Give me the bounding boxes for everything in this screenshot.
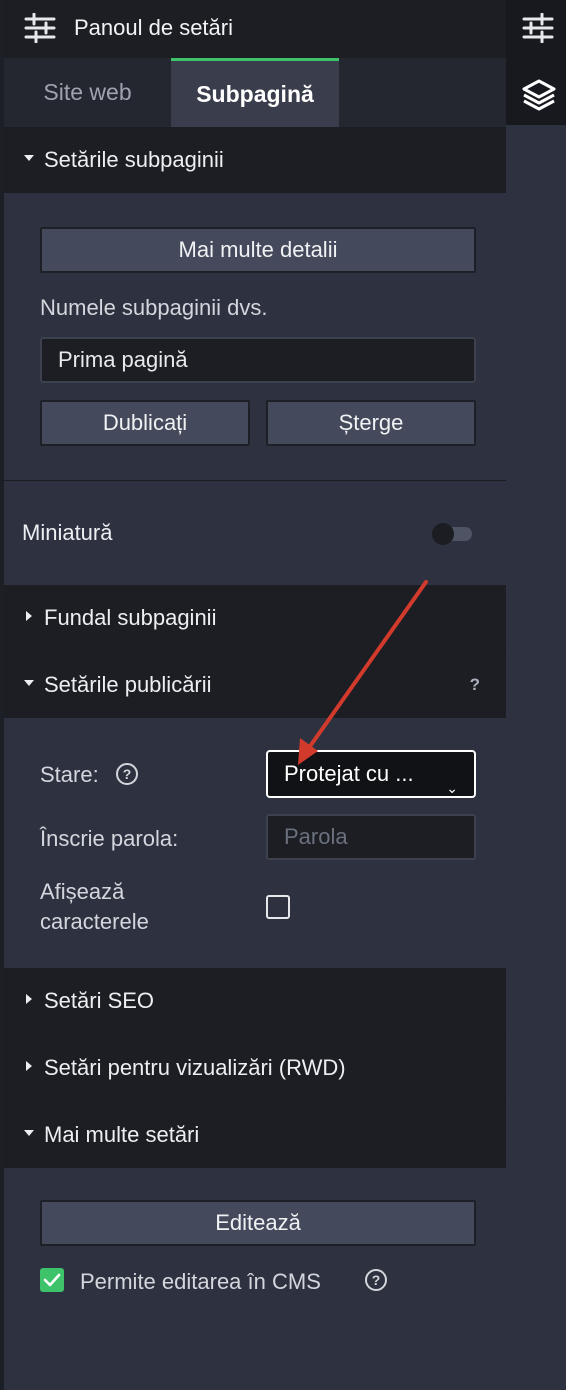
annotation-arrow [298, 580, 428, 765]
